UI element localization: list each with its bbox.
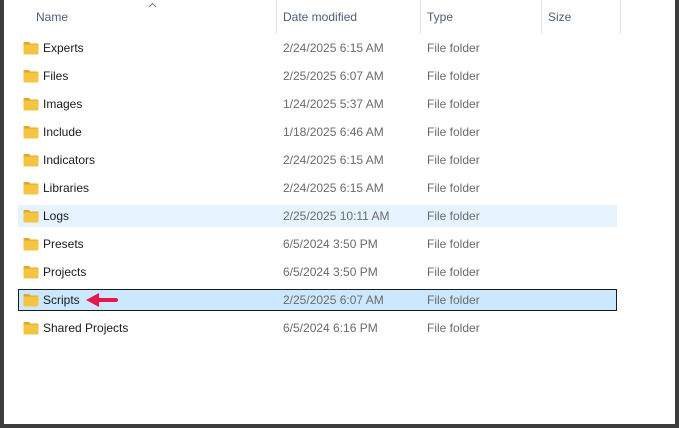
folder-icon (23, 154, 39, 167)
column-header-date-modified[interactable]: Date modified (276, 0, 421, 34)
file-name: Shared Projects (43, 321, 129, 335)
file-date-modified: 2/24/2025 6:15 AM (283, 153, 384, 167)
file-name: Files (43, 69, 69, 83)
file-type: File folder (427, 41, 480, 55)
file-name: Indicators (43, 153, 96, 167)
list-item-include[interactable]: Include 1/18/2025 6:46 AM File folder (18, 121, 617, 143)
file-type: File folder (427, 153, 480, 167)
file-name: Images (43, 97, 83, 111)
file-date-modified: 1/24/2025 5:37 AM (283, 97, 384, 111)
list-item-experts[interactable]: Experts 2/24/2025 6:15 AM File folder (18, 37, 617, 59)
sort-caret-up-icon (148, 2, 157, 8)
file-date-modified: 2/24/2025 6:15 AM (283, 41, 384, 55)
list-item-indicators[interactable]: Indicators 2/24/2025 6:15 AM File folder (18, 149, 617, 171)
file-type: File folder (427, 237, 480, 251)
list-item-logs[interactable]: Logs 2/25/2025 10:11 AM File folder (18, 205, 617, 227)
file-name: Include (43, 125, 82, 139)
folder-icon (23, 126, 39, 139)
file-date-modified: 1/18/2025 6:46 AM (283, 125, 384, 139)
list-item-images[interactable]: Images 1/24/2025 5:37 AM File folder (18, 93, 617, 115)
column-header-bar: Name Date modified Type Size (4, 0, 675, 34)
file-type: File folder (427, 265, 480, 279)
folder-icon (23, 70, 39, 83)
file-type: File folder (427, 181, 480, 195)
folder-icon (23, 294, 39, 307)
file-type: File folder (427, 209, 480, 223)
file-type: File folder (427, 97, 480, 111)
list-item-projects[interactable]: Projects 6/5/2024 3:50 PM File folder (18, 261, 617, 283)
folder-icon (23, 98, 39, 111)
file-name: Scripts (43, 293, 80, 307)
file-type: File folder (427, 293, 480, 307)
folder-icon (23, 210, 39, 223)
file-name: Logs (43, 209, 70, 223)
file-name: Experts (43, 41, 84, 55)
folder-icon (23, 322, 39, 335)
red-arrow-pointer-icon (86, 293, 118, 307)
file-date-modified: 2/25/2025 10:11 AM (283, 209, 390, 223)
file-type: File folder (427, 321, 480, 335)
folder-icon (23, 42, 39, 55)
folder-icon (23, 182, 39, 195)
column-header-size[interactable]: Size (541, 0, 621, 34)
list-item-shared-projects[interactable]: Shared Projects 6/5/2024 6:16 PM File fold… (18, 317, 617, 339)
list-item-libraries[interactable]: Libraries 2/24/2025 6:15 AM File folder (18, 177, 617, 199)
folder-icon (23, 238, 39, 251)
file-name: Presets (43, 237, 84, 251)
file-date-modified: 6/5/2024 3:50 PM (283, 237, 378, 251)
file-type: File folder (427, 69, 480, 83)
file-date-modified: 2/25/2025 6:07 AM (283, 69, 384, 83)
file-date-modified: 2/24/2025 6:15 AM (283, 181, 384, 195)
file-name: Libraries (43, 181, 90, 195)
list-item-files[interactable]: Files 2/25/2025 6:07 AM File folder (18, 65, 617, 87)
file-date-modified: 2/25/2025 6:07 AM (283, 293, 384, 307)
file-date-modified: 6/5/2024 3:50 PM (283, 265, 378, 279)
list-item-presets[interactable]: Presets 6/5/2024 3:50 PM File folder (18, 233, 617, 255)
file-date-modified: 6/5/2024 6:16 PM (283, 321, 378, 335)
file-type: File folder (427, 125, 480, 139)
file-name: Projects (43, 265, 87, 279)
folder-icon (23, 266, 39, 279)
column-header-type[interactable]: Type (420, 0, 541, 34)
